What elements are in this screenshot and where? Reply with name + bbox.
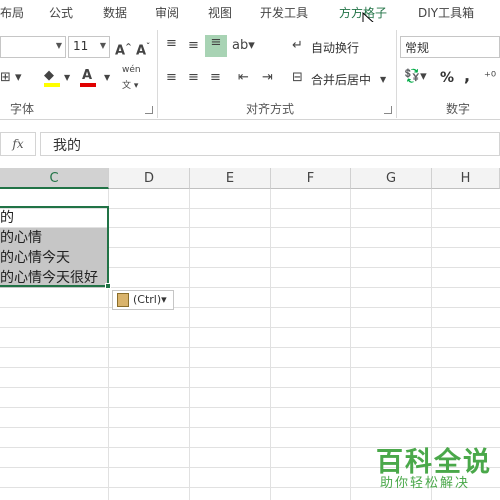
chevron-down-icon: ▾ [161, 293, 167, 306]
ribbon-separator [157, 30, 158, 118]
alignment-group-label: 对齐方式 [246, 102, 295, 116]
wrap-text-button[interactable]: 自动换行 [311, 39, 359, 56]
tab-developer[interactable]: 开发工具 [260, 4, 308, 21]
table-row [0, 308, 500, 328]
table-row [0, 348, 500, 368]
align-left-icon[interactable]: ≡ [166, 70, 177, 86]
clipboard-icon [117, 293, 129, 307]
column-header-g[interactable]: G [351, 168, 432, 189]
font-name-select[interactable]: ▼ [0, 36, 66, 58]
merge-center-button[interactable]: 合并后居中 [311, 71, 371, 88]
tab-data[interactable]: 数据 [103, 4, 127, 21]
chevron-down-icon: ▼ [99, 41, 106, 50]
formula-bar: fx 我的 [0, 127, 500, 161]
decrease-font-icon[interactable]: Aˇ [136, 39, 150, 59]
increase-decimal-icon[interactable]: ⁺⁰ [484, 70, 496, 86]
tab-view[interactable]: 视图 [208, 4, 232, 21]
table-row [0, 328, 500, 348]
chevron-down-icon[interactable]: ▼ [380, 72, 386, 88]
ribbon-tabs: 布局 公式 数据 审阅 视图 开发工具 方方格子 DIY工具箱 [0, 0, 500, 32]
ribbon-separator [396, 30, 397, 118]
font-group-label: 字体 [10, 102, 35, 116]
ribbon: ▼ 11 ▼ A^ Aˇ ⊞ ▾ ◆ ▼ A ▼ wén 文 ▾ 字体 ≡ ≡ ≡ … [0, 22, 500, 120]
table-row [0, 388, 500, 408]
chevron-down-icon[interactable]: ▼ [64, 70, 70, 86]
align-middle-icon[interactable]: ≡ [188, 38, 199, 54]
column-header-d[interactable]: D [109, 168, 190, 189]
formula-input[interactable]: 我的 [40, 132, 500, 156]
column-header-h[interactable]: H [432, 168, 500, 189]
decrease-indent-icon[interactable]: ⇤ [238, 70, 249, 86]
chevron-down-icon: ▼ [55, 41, 62, 50]
increase-indent-icon[interactable]: ⇥ [262, 70, 273, 86]
paste-options-label: (Ctrl) [133, 293, 162, 306]
percent-button[interactable]: % [440, 70, 454, 86]
align-bottom-icon[interactable]: ≡ [205, 35, 227, 57]
number-group-label: 数字 [446, 102, 471, 116]
align-right-icon[interactable]: ≡ [210, 70, 221, 86]
comma-button[interactable]: , [464, 66, 470, 85]
font-dialog-launcher-icon[interactable] [145, 106, 153, 114]
column-header-f[interactable]: F [271, 168, 351, 189]
tab-layout[interactable]: 布局 [0, 4, 24, 21]
column-header-c[interactable]: C [0, 168, 109, 189]
tab-formulas[interactable]: 公式 [49, 4, 73, 21]
fill-color-icon[interactable]: ◆ [44, 68, 60, 87]
chevron-down-icon[interactable]: ▼ [104, 70, 110, 86]
paste-options-button[interactable]: (Ctrl)▾ [112, 290, 174, 310]
merge-center-icon[interactable]: ⊟ [292, 70, 303, 86]
table-row [0, 368, 500, 388]
number-format-value: 常规 [405, 41, 430, 55]
font-size-value: 11 [73, 39, 89, 53]
phonetic-label: wén [122, 65, 141, 75]
watermark-subtitle: 助你轻松解决 [380, 476, 471, 491]
tab-diy-toolbox[interactable]: DIY工具箱 [418, 4, 474, 21]
alignment-dialog-launcher-icon[interactable] [384, 106, 392, 114]
orientation-icon[interactable]: ab▾ [232, 38, 255, 54]
insert-function-button[interactable]: fx [0, 132, 36, 156]
phonetic-guide-icon[interactable]: wén 文 ▾ [122, 62, 141, 94]
selection-border [0, 206, 109, 287]
column-header-e[interactable]: E [190, 168, 271, 189]
align-top-icon[interactable]: ≡ [166, 36, 177, 52]
table-row [0, 408, 500, 428]
font-color-icon[interactable]: A [80, 68, 96, 87]
fill-handle[interactable] [105, 283, 111, 289]
border-icon[interactable]: ⊞ ▾ [0, 70, 22, 86]
table-row [0, 288, 500, 308]
currency-icon[interactable]: 💱▾ [404, 69, 427, 85]
increase-font-icon[interactable]: A^ [115, 39, 132, 59]
align-center-icon[interactable]: ≡ [188, 70, 199, 86]
tab-review[interactable]: 审阅 [155, 4, 179, 21]
number-format-select[interactable]: 常规 [400, 36, 500, 58]
font-size-select[interactable]: 11 ▼ [68, 36, 110, 58]
wrap-text-icon[interactable]: ↵ [292, 38, 303, 54]
